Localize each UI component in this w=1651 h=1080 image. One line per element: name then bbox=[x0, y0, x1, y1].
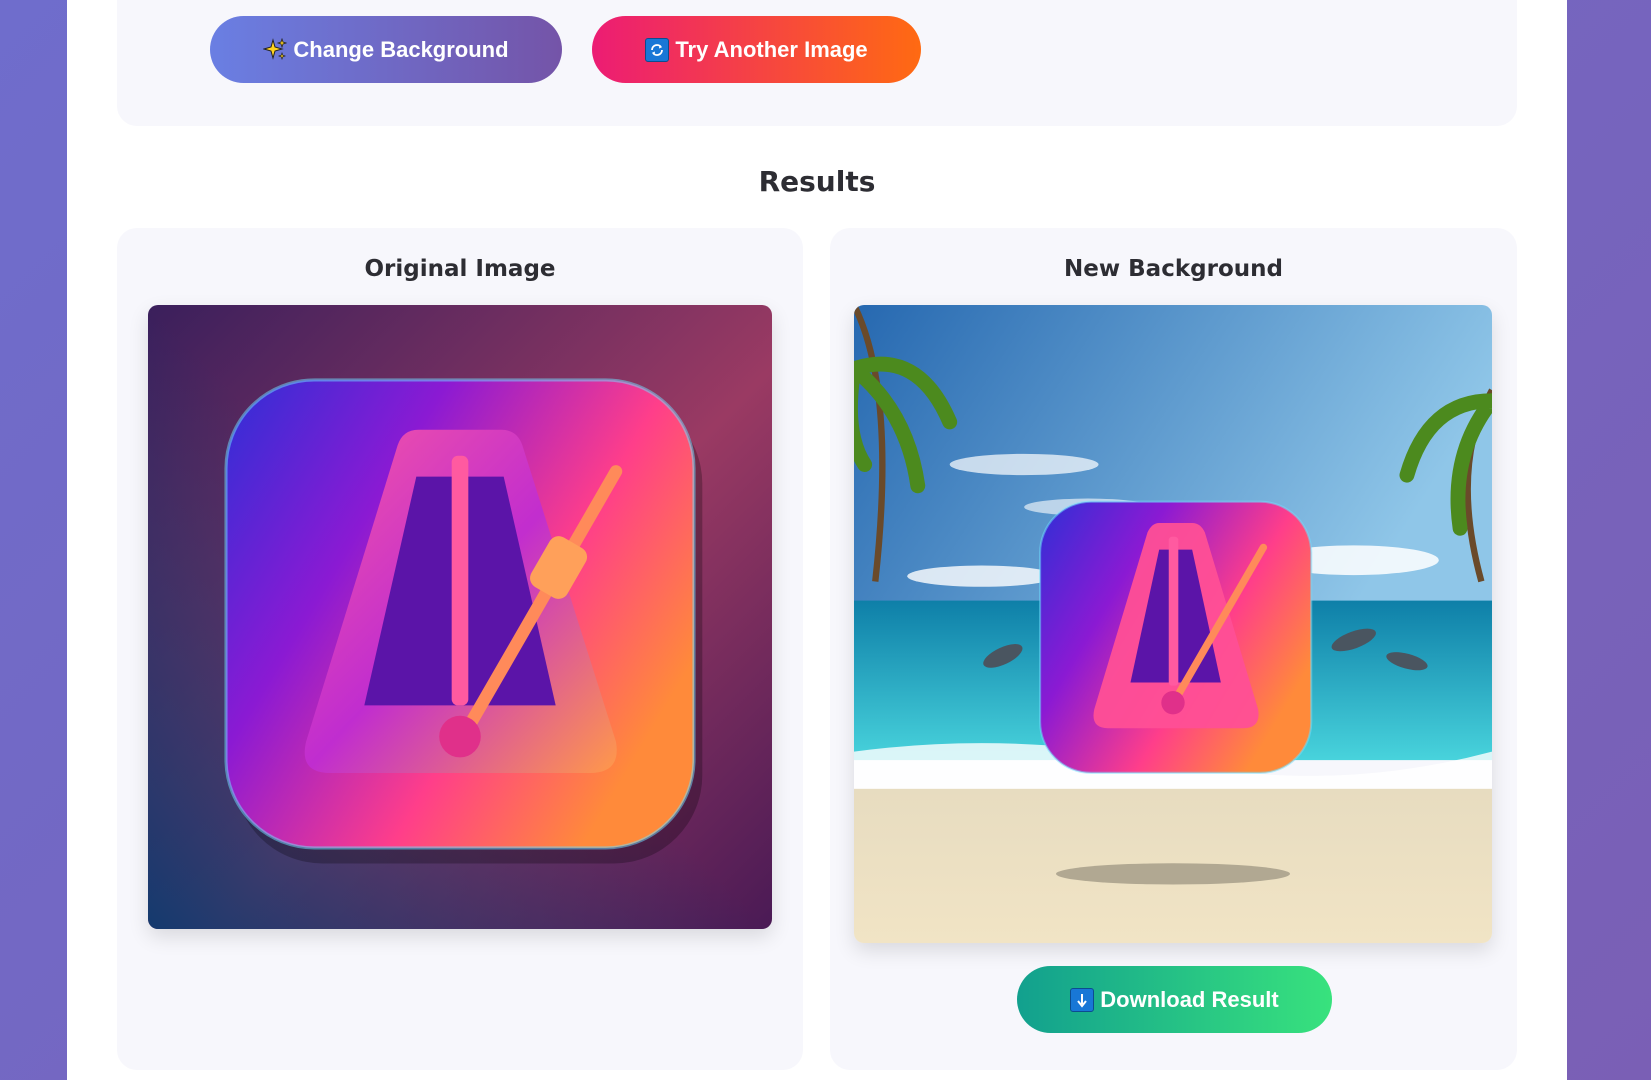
download-result-label: Download Result bbox=[1100, 986, 1279, 1012]
results-title: Results bbox=[758, 165, 876, 198]
main-container: Change Background Try Another Image Resu… bbox=[67, 0, 1567, 1080]
new-background-image bbox=[854, 305, 1492, 943]
refresh-icon bbox=[645, 37, 670, 62]
new-background-panel: New Background bbox=[830, 228, 1517, 1070]
original-image-panel: Original Image bbox=[117, 228, 803, 1070]
controls-card: Change Background Try Another Image bbox=[117, 0, 1517, 126]
change-background-button[interactable]: Change Background bbox=[210, 16, 562, 83]
download-result-button[interactable]: Download Result bbox=[1017, 966, 1332, 1033]
original-image bbox=[148, 305, 772, 929]
sparkles-icon bbox=[263, 37, 288, 62]
original-image-title: Original Image bbox=[364, 256, 556, 282]
try-another-image-label: Try Another Image bbox=[675, 36, 868, 62]
try-another-image-button[interactable]: Try Another Image bbox=[592, 16, 921, 83]
new-background-title: New Background bbox=[1064, 256, 1283, 282]
download-arrow-icon bbox=[1070, 987, 1095, 1012]
change-background-label: Change Background bbox=[293, 36, 509, 62]
